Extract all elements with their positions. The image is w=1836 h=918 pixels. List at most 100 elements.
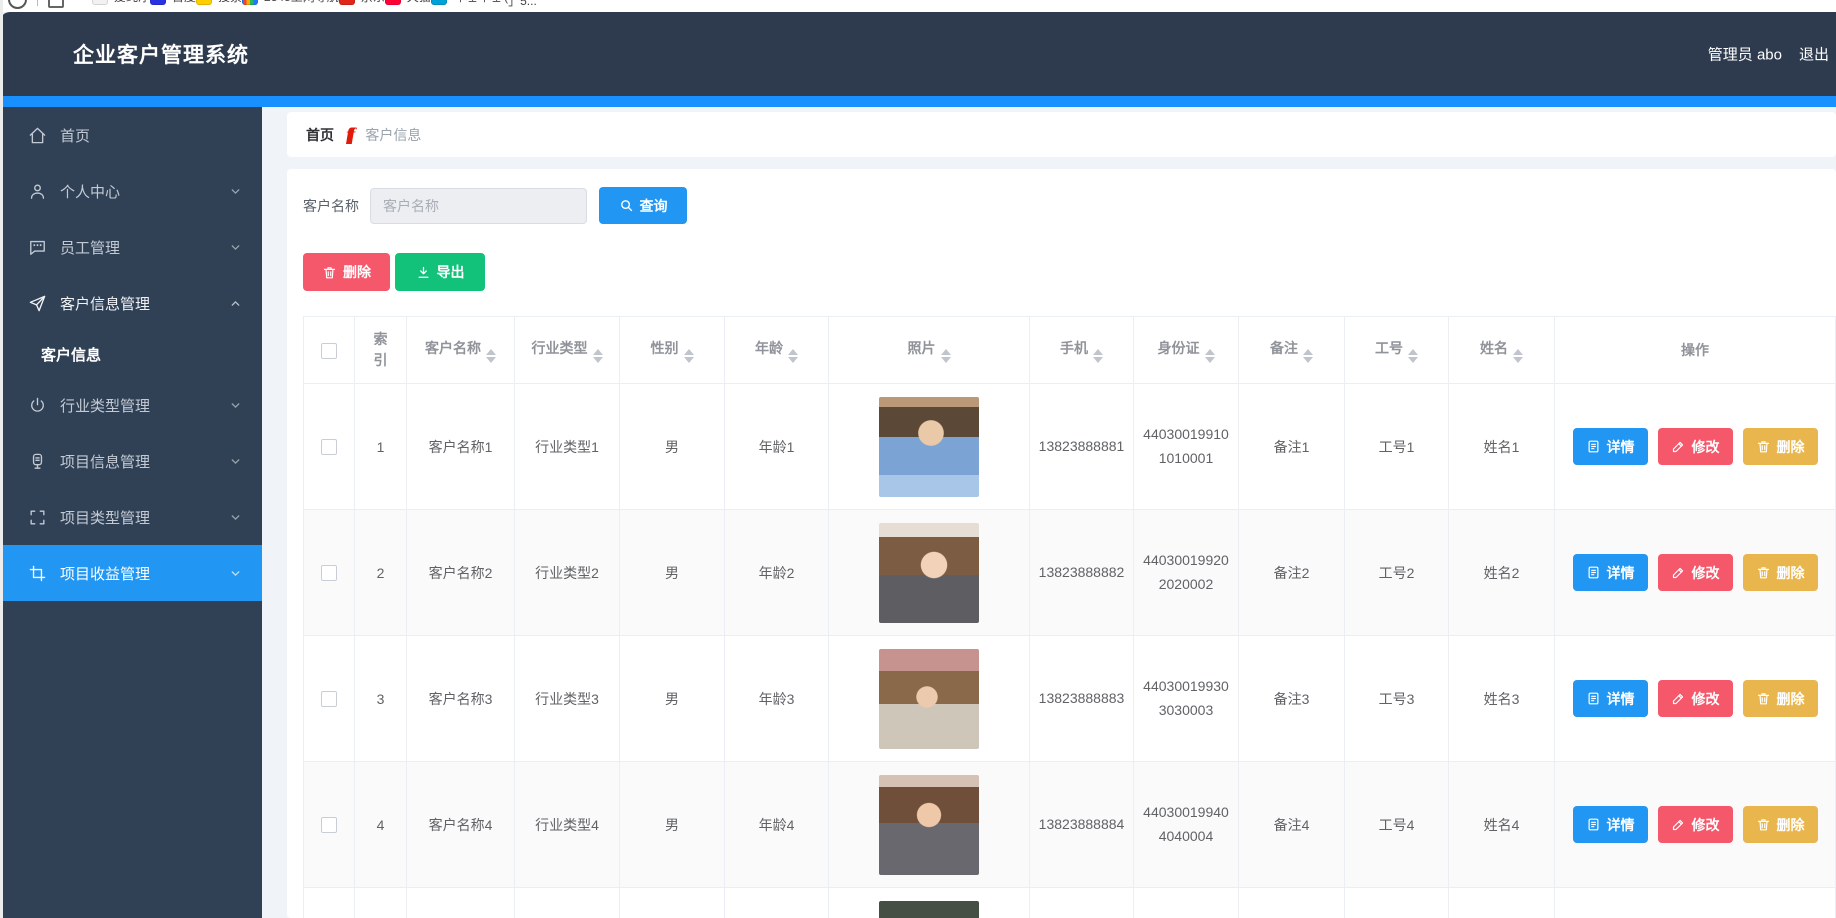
detail-button[interactable]: 详情 [1573, 806, 1648, 843]
col-header-remark[interactable]: 备注 [1239, 317, 1345, 384]
sidebar-item-customer-info-management[interactable]: 客户信息管理 [0, 275, 262, 331]
bookmark-item[interactable]: 天猫 [385, 0, 431, 5]
chevron-down-icon [229, 455, 242, 468]
send-icon [28, 294, 47, 313]
screen: 爱纯净百度搜索2345上网导航京东天猫哔哩哔哩 (」5... 企业客户管理系统 … [0, 0, 1836, 918]
cell-index: 3 [355, 636, 407, 762]
sort-caret-icon[interactable] [1303, 349, 1313, 363]
sidebar-item-personal-center[interactable]: 个人中心 [0, 163, 262, 219]
query-button[interactable]: 查询 [599, 187, 687, 224]
divider [37, 0, 38, 6]
breadcrumb-separator-icon: fff [346, 124, 351, 145]
sort-caret-icon[interactable] [788, 349, 798, 363]
cell-job-no: 工号1 [1345, 384, 1449, 510]
header-right: 管理员 abo 退出 [1708, 44, 1829, 65]
breadcrumb-home-link[interactable]: 首页 [306, 125, 334, 145]
col-header-gender[interactable]: 性别 [620, 317, 725, 384]
col-header-industry-type[interactable]: 行业类型 [515, 317, 620, 384]
cell-actions: 详情 修改 删除 [1555, 636, 1836, 762]
select-all-checkbox[interactable] [321, 343, 337, 359]
bookmark-item[interactable]: 哔哩哔哩 ( [431, 0, 508, 5]
cell-customer-name: 客户名称4 [407, 762, 515, 888]
row-checkbox[interactable] [321, 565, 337, 581]
row-checkbox[interactable] [321, 691, 337, 707]
edit-button[interactable]: 修改 [1658, 806, 1733, 843]
delete-button[interactable]: 删除 [1743, 680, 1818, 717]
page-icon[interactable] [48, 0, 64, 8]
cell-photo [829, 384, 1030, 510]
bookmark-item[interactable]: 」5... [508, 0, 537, 9]
cell-phone: 13823888884 [1030, 762, 1134, 888]
sort-caret-icon[interactable] [1408, 349, 1418, 363]
cell-age: 年龄4 [725, 762, 829, 888]
sort-caret-icon[interactable] [1093, 349, 1103, 363]
chevron-down-icon [229, 185, 242, 198]
table-row: 2 客户名称2 行业类型2 男 年龄2 13823888882 44030019… [304, 510, 1836, 636]
bookmark-item[interactable]: 爱纯净 [92, 0, 150, 5]
sidebar-item-project-info-management[interactable]: 项目信息管理 [0, 433, 262, 489]
cell-actions [1555, 888, 1836, 918]
sidebar-item-project-type-management[interactable]: 项目类型管理 [0, 489, 262, 545]
delete-button[interactable]: 删除 [1743, 554, 1818, 591]
cell-gender: 男 [620, 384, 725, 510]
browser-bookmarks-bar: 爱纯净百度搜索2345上网导航京东天猫哔哩哔哩 (」5... [0, 0, 1836, 12]
bookmark-favicon [150, 0, 166, 5]
col-header-job-no[interactable]: 工号 [1345, 317, 1449, 384]
sidebar-subitem-customer-info[interactable]: 客户信息 [0, 331, 262, 377]
detail-button[interactable]: 详情 [1573, 554, 1648, 591]
cell-job-no [1345, 888, 1449, 918]
cell-age [725, 888, 829, 918]
bookmark-item[interactable]: 搜索 [196, 0, 242, 5]
trash-icon [1756, 691, 1771, 706]
browser-icon[interactable] [8, 0, 27, 9]
sidebar-item-industry-type-management[interactable]: 行业类型管理 [0, 377, 262, 433]
sidebar-item-home[interactable]: 首页 [0, 107, 262, 163]
col-header-id-card[interactable]: 身份证 [1134, 317, 1239, 384]
accent-bar [0, 96, 1836, 107]
bookmark-item[interactable]: 2345上网导航 [242, 0, 339, 5]
logout-link[interactable]: 退出 [1799, 44, 1829, 65]
sort-caret-icon[interactable] [1513, 349, 1523, 363]
detail-button[interactable]: 详情 [1573, 428, 1648, 465]
bookmark-favicon [92, 0, 108, 5]
search-icon [619, 198, 634, 213]
delete-button[interactable]: 删除 [1743, 806, 1818, 843]
cell-phone: 13823888883 [1030, 636, 1134, 762]
sort-caret-icon[interactable] [684, 349, 694, 363]
sidebar-item-employee-management[interactable]: 员工管理 [0, 219, 262, 275]
bookmark-favicon [431, 0, 447, 5]
cell-name: 姓名1 [1449, 384, 1555, 510]
cell-photo [829, 762, 1030, 888]
cell-actions: 详情 修改 删除 [1555, 510, 1836, 636]
delete-button[interactable]: 删除 [1743, 428, 1818, 465]
sidebar: 首页 个人中心 员工管理 客户信息管理 客户信息 行业类型管理 项目信息管理 [0, 107, 262, 918]
customer-name-input[interactable] [370, 188, 587, 224]
table-row: 1 客户名称1 行业类型1 男 年龄1 13823888881 44030019… [304, 384, 1836, 510]
edit-button[interactable]: 修改 [1658, 680, 1733, 717]
col-header-name[interactable]: 姓名 [1449, 317, 1555, 384]
cell-remark: 备注4 [1239, 762, 1345, 888]
sort-caret-icon[interactable] [486, 349, 496, 363]
col-header-photo[interactable]: 照片 [829, 317, 1030, 384]
cell-industry-type: 行业类型3 [515, 636, 620, 762]
sidebar-item-project-revenue-management[interactable]: 项目收益管理 [0, 545, 262, 601]
sort-caret-icon[interactable] [593, 349, 603, 363]
col-header-customer-name[interactable]: 客户名称 [407, 317, 515, 384]
bookmark-item[interactable]: 京东 [339, 0, 385, 5]
export-button[interactable]: 导出 [395, 253, 485, 291]
edit-button[interactable]: 修改 [1658, 428, 1733, 465]
row-checkbox[interactable] [321, 817, 337, 833]
edit-button[interactable]: 修改 [1658, 554, 1733, 591]
detail-button[interactable]: 详情 [1573, 680, 1648, 717]
col-header-age[interactable]: 年龄 [725, 317, 829, 384]
row-checkbox[interactable] [321, 439, 337, 455]
customer-photo [879, 523, 979, 623]
power-icon [28, 396, 47, 415]
col-header-phone[interactable]: 手机 [1030, 317, 1134, 384]
sort-caret-icon[interactable] [1205, 349, 1215, 363]
sort-caret-icon[interactable] [941, 349, 951, 363]
cell-job-no: 工号2 [1345, 510, 1449, 636]
bookmark-item[interactable]: 百度 [150, 0, 196, 5]
batch-delete-button[interactable]: 删除 [303, 253, 390, 291]
cell-name: 姓名3 [1449, 636, 1555, 762]
